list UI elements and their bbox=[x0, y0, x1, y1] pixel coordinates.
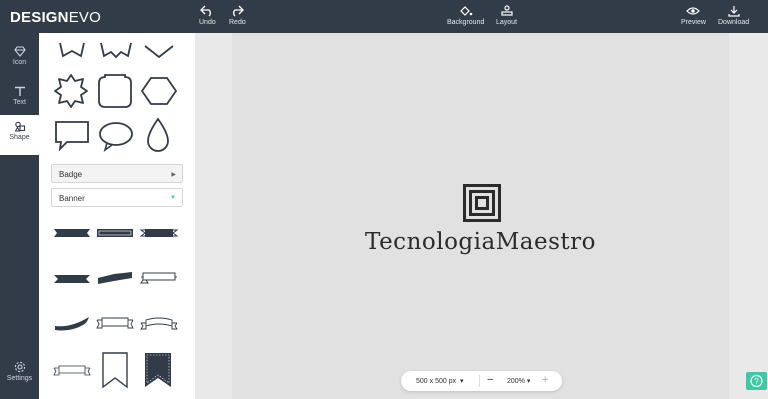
badge-select[interactable]: Badge ▶ bbox=[51, 164, 183, 183]
banner-item[interactable] bbox=[53, 361, 91, 379]
shape-item[interactable] bbox=[142, 41, 176, 61]
rail-item-text[interactable]: Text bbox=[0, 80, 39, 118]
rail-item-shape[interactable]: Shape bbox=[0, 115, 39, 155]
shape-item[interactable] bbox=[99, 41, 133, 61]
svg-text:?: ? bbox=[754, 377, 759, 386]
text-icon bbox=[14, 86, 25, 96]
layout-icon bbox=[500, 5, 513, 16]
zoom-bar: 500 x 500 px ▾ − 200% ▾ + bbox=[401, 371, 562, 391]
shapes-icon bbox=[14, 121, 25, 132]
rail-item-icon[interactable]: Icon bbox=[0, 40, 39, 78]
shape-item[interactable] bbox=[57, 41, 87, 61]
undo-button[interactable]: Undo bbox=[199, 5, 216, 26]
rail-icon-label: Icon bbox=[12, 59, 27, 66]
app-logo[interactable]: DESIGNEVO bbox=[10, 9, 101, 26]
rail-item-settings[interactable]: Settings bbox=[0, 355, 39, 393]
rail-text-label: Text bbox=[13, 99, 26, 106]
rail-settings-label: Settings bbox=[6, 375, 33, 382]
redo-button[interactable]: Redo bbox=[229, 5, 246, 26]
background-label: Background bbox=[447, 19, 485, 26]
zoom-out-button[interactable]: − bbox=[487, 374, 493, 386]
left-rail: Icon Text Shape Settings bbox=[0, 33, 39, 399]
badge-select-label: Badge bbox=[59, 170, 83, 179]
background-button[interactable]: Background bbox=[447, 5, 484, 26]
banner-item[interactable] bbox=[96, 314, 134, 332]
download-button[interactable]: Download bbox=[718, 5, 749, 26]
top-bar: DESIGNEVO Undo Redo Background Layout Pr… bbox=[0, 0, 768, 33]
caret-right-icon: ▶ bbox=[171, 172, 176, 178]
download-label: Download bbox=[718, 19, 750, 26]
zoom-divider bbox=[479, 375, 480, 387]
eye-icon bbox=[686, 7, 701, 15]
bookmark-shape[interactable] bbox=[101, 351, 129, 389]
banner-select-label: Banner bbox=[59, 194, 85, 203]
banner-item[interactable] bbox=[96, 226, 134, 240]
preview-label: Preview bbox=[681, 19, 706, 26]
banner-item[interactable] bbox=[53, 226, 91, 240]
question-icon: ? bbox=[750, 374, 763, 388]
shape-item[interactable] bbox=[53, 73, 89, 109]
banner-item[interactable] bbox=[140, 314, 178, 332]
brand-text[interactable]: TecnologiaMaestro bbox=[232, 229, 729, 255]
shape-item[interactable] bbox=[97, 73, 133, 109]
banner-item[interactable] bbox=[96, 269, 134, 287]
preview-button[interactable]: Preview bbox=[681, 5, 706, 26]
caret-down-icon: ▼ bbox=[170, 195, 176, 201]
zoom-level-label: 200% bbox=[507, 378, 525, 385]
layout-button[interactable]: Layout bbox=[496, 5, 517, 26]
gear-icon bbox=[14, 361, 25, 373]
layout-label: Layout bbox=[496, 19, 518, 26]
undo-label: Undo bbox=[199, 19, 216, 26]
oval-bubble-shape[interactable] bbox=[97, 121, 135, 153]
shape-panel: Badge ▶ Banner ▼ bbox=[39, 33, 195, 399]
zoom-select[interactable]: 200% ▾ bbox=[507, 377, 530, 385]
redo-icon bbox=[233, 5, 245, 17]
design-canvas[interactable]: TecnologiaMaestro bbox=[232, 33, 729, 399]
diamond-icon bbox=[13, 46, 26, 57]
help-button[interactable]: ? bbox=[746, 372, 767, 390]
canvas-size-label: 500 x 500 px bbox=[416, 378, 457, 385]
bookmark-filled-shape[interactable] bbox=[143, 351, 173, 389]
zoom-in-button[interactable]: + bbox=[542, 374, 548, 386]
banner-item[interactable] bbox=[140, 269, 178, 287]
paint-bucket-icon bbox=[459, 6, 472, 16]
drop-shape[interactable] bbox=[144, 117, 172, 155]
shape-item[interactable] bbox=[140, 73, 178, 109]
redo-label: Redo bbox=[229, 19, 246, 26]
banner-item[interactable] bbox=[53, 271, 91, 287]
undo-icon bbox=[200, 5, 212, 17]
banner-item[interactable] bbox=[140, 226, 178, 240]
canvas-size-select[interactable]: 500 x 500 px ▾ bbox=[416, 377, 464, 385]
download-icon bbox=[727, 6, 740, 17]
logo-mark-icon[interactable] bbox=[463, 184, 501, 222]
speech-bubble-shape[interactable] bbox=[53, 119, 91, 153]
banner-item[interactable] bbox=[53, 314, 91, 332]
banner-select[interactable]: Banner ▼ bbox=[51, 188, 183, 207]
rail-shape-label: Shape bbox=[9, 134, 30, 141]
